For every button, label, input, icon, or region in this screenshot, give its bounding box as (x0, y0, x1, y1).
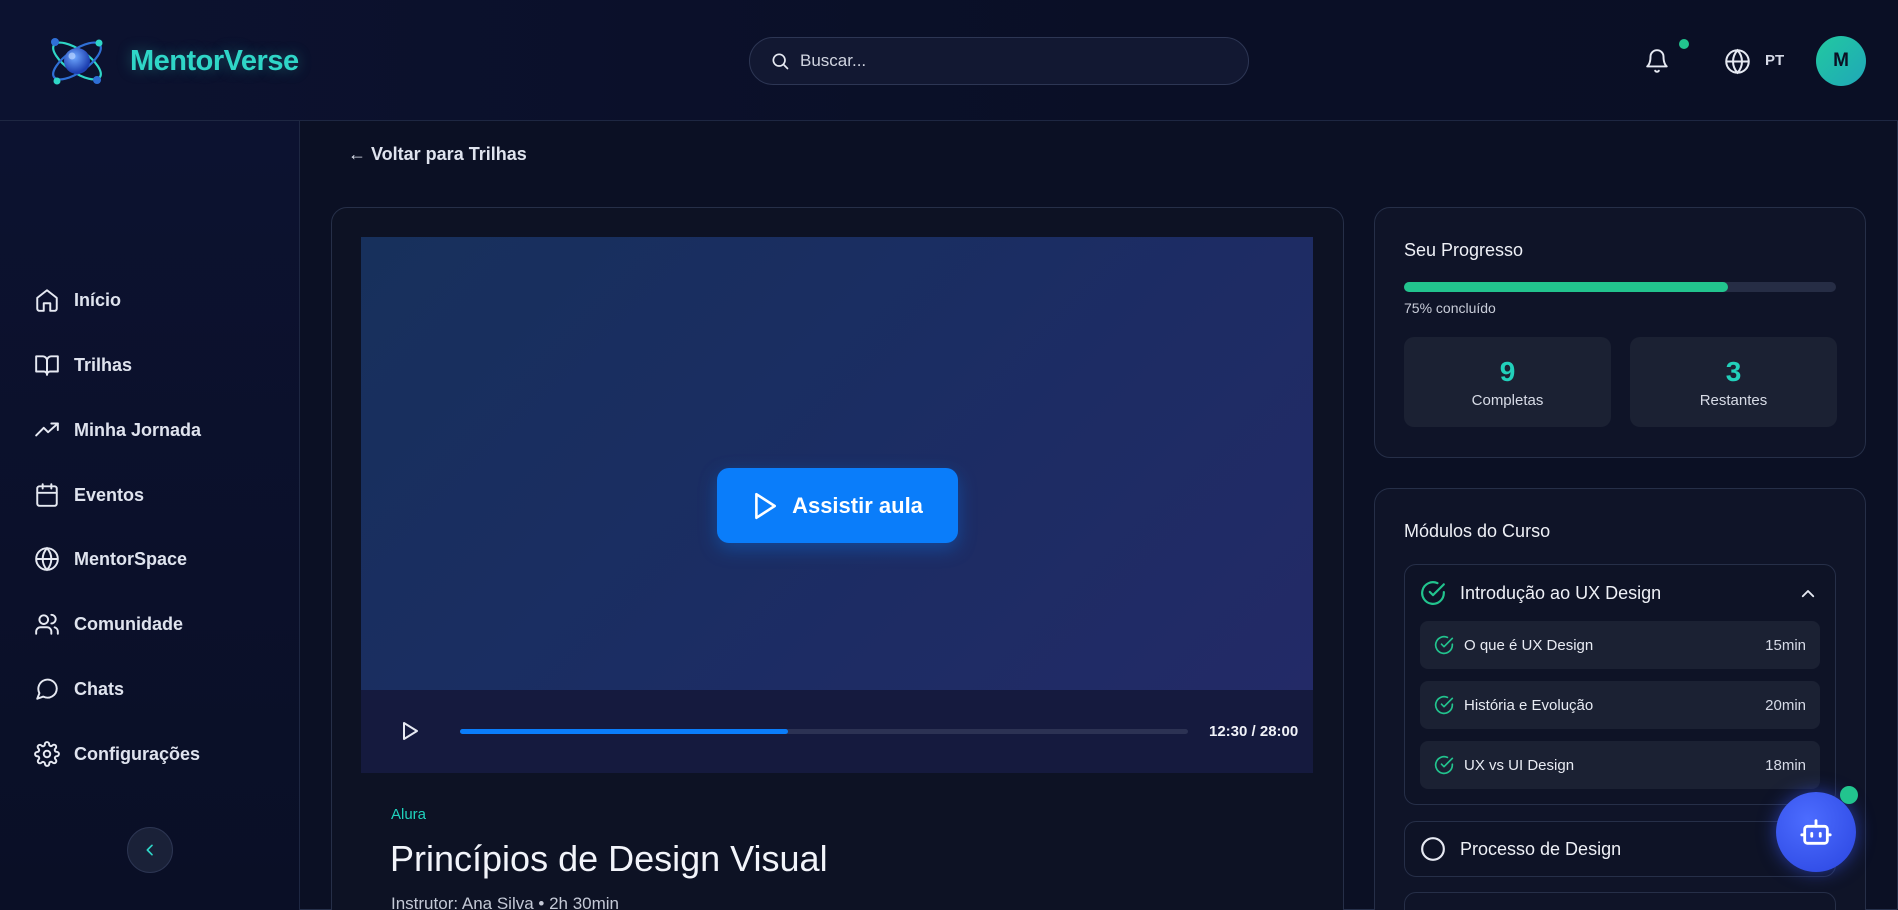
atom-logo-icon (51, 38, 103, 85)
check-circle-icon (1434, 635, 1454, 655)
check-circle-icon (1434, 695, 1454, 715)
circle-icon (1421, 837, 1445, 861)
watch-lesson-button[interactable]: Assistir aula (717, 468, 958, 543)
search-icon (772, 53, 789, 70)
sidebar-item-inicio[interactable]: Início (34, 280, 121, 320)
course-progress-track (1404, 282, 1836, 292)
lesson-item-title: UX vs UI Design (1464, 756, 1575, 774)
lesson-item[interactable]: UX vs UI Design 18min (1420, 741, 1820, 789)
lesson-item-title: O que é UX Design (1464, 636, 1594, 654)
sidebar-item-label: Trilhas (74, 354, 133, 375)
sidebar-item-trilhas[interactable]: Trilhas (34, 345, 132, 385)
sidebar-item-label: MentorSpace (74, 548, 188, 569)
top-header: MentorVerse PT M (0, 0, 1898, 121)
bot-icon (1800, 819, 1832, 845)
bell-icon[interactable] (1644, 48, 1670, 74)
globe-icon[interactable] (1724, 48, 1751, 75)
watch-lesson-label: Assistir aula (792, 492, 923, 518)
sidebar-item-label: Comunidade (74, 613, 184, 634)
check-circle-icon (1421, 581, 1445, 605)
lesson-item-duration: 15min (1765, 636, 1806, 654)
lesson-meta: Instrutor: Ana Silva • 2h 30min (391, 894, 620, 910)
sidebar-item-configuracoes[interactable]: Configurações (34, 734, 200, 774)
completed-stat: 9 Completas (1404, 337, 1611, 427)
sidebar-item-minha-jornada[interactable]: Minha Jornada (34, 410, 201, 450)
lesson-item-duration: 20min (1765, 696, 1806, 714)
assistant-button[interactable] (1776, 792, 1856, 872)
module-title: Processo de Design (1460, 838, 1622, 859)
lesson-item[interactable]: História e Evolução 20min (1420, 681, 1820, 729)
completed-count: 9 (1499, 355, 1516, 387)
sidebar-item-label: Configurações (74, 743, 201, 764)
sidebar-item-label: Início (74, 289, 122, 310)
gear-icon (34, 741, 60, 767)
play-icon[interactable] (400, 720, 420, 742)
video-progress-track[interactable] (460, 729, 1188, 734)
assistant-status-dot (1840, 786, 1858, 804)
module-header[interactable]: Introdução ao UX Design (1420, 578, 1661, 608)
sidebar-item-label: Chats (74, 678, 125, 699)
sidebar-item-chats[interactable]: Chats (34, 669, 124, 709)
lesson-item[interactable]: O que é UX Design 15min (1420, 621, 1820, 669)
video-player[interactable] (361, 237, 1313, 690)
sidebar-item-comunidade[interactable]: Comunidade (34, 604, 183, 644)
sidebar: Início Trilhas Minha Jornada Eventos Men… (0, 121, 300, 910)
app-name: MentorVerse (130, 44, 299, 77)
video-progress-fill (460, 729, 788, 734)
chat-icon (36, 678, 58, 700)
back-to-tracks-link[interactable]: ← Voltar para Trilhas (348, 144, 527, 165)
book-icon (35, 355, 59, 376)
course-provider: Alura (391, 806, 427, 823)
lesson-title: Princípios de Design Visual (390, 838, 828, 879)
calendar-icon (36, 483, 58, 507)
chevron-left-icon (146, 844, 153, 856)
remaining-count: 3 (1725, 355, 1742, 387)
sidebar-collapse-button[interactable] (127, 827, 173, 873)
trending-up-icon (35, 422, 59, 437)
globe-icon (35, 546, 59, 572)
sidebar-item-mentorspace[interactable]: MentorSpace (34, 539, 187, 579)
home-icon (36, 289, 58, 312)
progress-percent-label: 75% concluído (1404, 300, 1496, 316)
modules-title: Módulos do Curso (1404, 521, 1551, 541)
remaining-label: Restantes (1699, 391, 1768, 409)
check-circle-icon (1434, 755, 1454, 775)
module-next[interactable] (1404, 892, 1836, 910)
logo[interactable]: MentorVerse (44, 28, 299, 94)
completed-label: Completas (1471, 391, 1544, 409)
chevron-up-icon[interactable] (1799, 585, 1817, 603)
notification-dot (1679, 39, 1689, 49)
lesson-item-title: História e Evolução (1464, 696, 1594, 714)
progress-title: Seu Progresso (1404, 240, 1524, 260)
search-bar[interactable] (749, 37, 1249, 85)
user-avatar[interactable]: M (1816, 36, 1866, 86)
sidebar-item-label: Minha Jornada (74, 419, 202, 440)
remaining-stat: 3 Restantes (1630, 337, 1837, 427)
lesson-item-duration: 18min (1765, 756, 1806, 774)
sidebar-item-eventos[interactable]: Eventos (34, 475, 144, 515)
search-input[interactable] (800, 51, 1200, 71)
video-time: 12:30 / 28:00 (1209, 723, 1299, 740)
play-icon (755, 492, 777, 519)
module-title: Introdução ao UX Design (1460, 582, 1662, 603)
users-icon (35, 613, 59, 635)
language-selector[interactable]: PT (1765, 52, 1784, 69)
sidebar-item-label: Eventos (74, 484, 145, 505)
module-header[interactable]: Processo de Design (1420, 834, 1621, 864)
course-progress-fill (1404, 282, 1728, 292)
